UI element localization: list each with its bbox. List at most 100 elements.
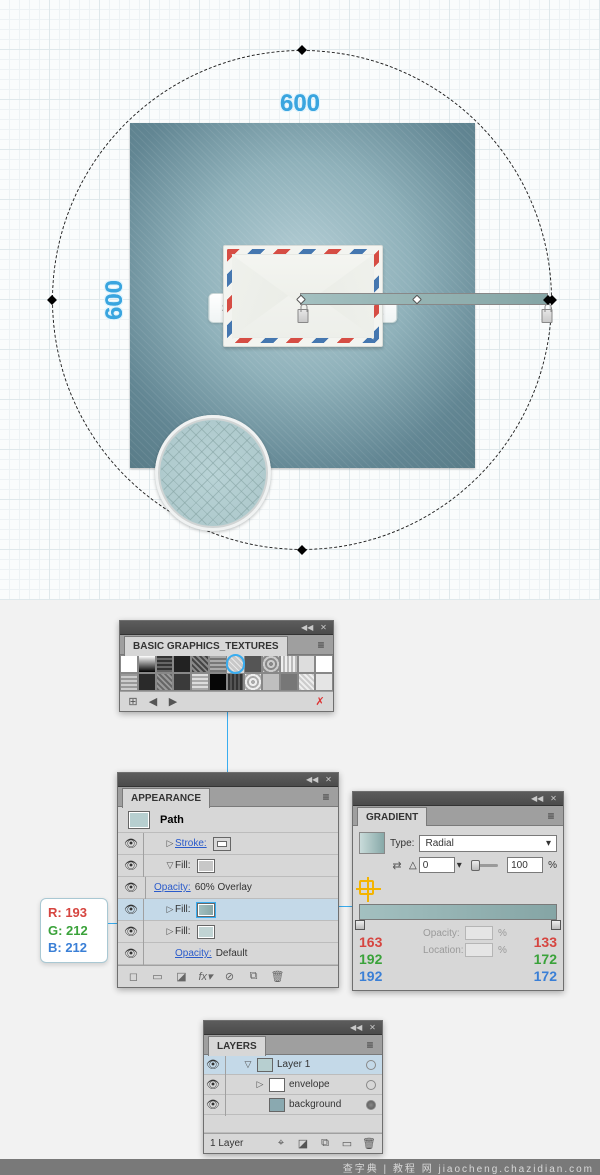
collapse-icon[interactable]: ◀◀ bbox=[301, 624, 312, 631]
panel-tabstrip[interactable]: ◀◀ ✕ bbox=[353, 792, 563, 806]
fill-swatch-gradient[interactable] bbox=[197, 903, 215, 917]
swatch[interactable] bbox=[244, 655, 262, 673]
new-art-icon[interactable]: ◻ bbox=[126, 970, 141, 983]
panel-header[interactable]: APPEARANCE ≡ bbox=[118, 787, 338, 807]
swatch[interactable] bbox=[191, 655, 209, 673]
panel-menu-icon[interactable]: ≡ bbox=[318, 791, 334, 803]
locate-icon[interactable]: ⌖ bbox=[274, 1137, 288, 1151]
gradient-annotator[interactable] bbox=[300, 293, 548, 305]
panel-header[interactable]: GRADIENT ≡ bbox=[353, 806, 563, 826]
layer-name[interactable]: envelope bbox=[289, 1079, 330, 1090]
panel-tabstrip[interactable]: ◀◀ ✕ bbox=[120, 621, 333, 635]
add-stroke-icon[interactable]: ▭ bbox=[150, 970, 165, 983]
appearance-panel[interactable]: ◀◀ ✕ APPEARANCE ≡ Path 👁 . ▷ Stroke: 👁 .… bbox=[117, 772, 339, 988]
swatch[interactable] bbox=[138, 673, 156, 691]
gradient-ramp[interactable] bbox=[359, 904, 557, 920]
collapse-icon[interactable]: ◀◀ bbox=[531, 795, 542, 802]
swatch[interactable] bbox=[173, 655, 191, 673]
fill-row[interactable]: 👁 . ▷ Fill: bbox=[118, 921, 338, 943]
expand-icon[interactable]: ▷ bbox=[165, 926, 175, 937]
layer-name[interactable]: background bbox=[289, 1099, 341, 1110]
fill-swatch[interactable] bbox=[197, 859, 215, 873]
fill-swatch[interactable] bbox=[197, 925, 215, 939]
opacity-subrow[interactable]: 👁 Opacity: 60% Overlay bbox=[118, 877, 338, 899]
visibility-icon[interactable]: 👁 bbox=[122, 837, 140, 850]
visibility-icon[interactable]: 👁 bbox=[122, 947, 140, 960]
fill-row[interactable]: 👁 . ▽ Fill: bbox=[118, 855, 338, 877]
angle-field[interactable]: △ 0 ▾ bbox=[409, 857, 462, 873]
panel-title[interactable]: APPEARANCE bbox=[122, 788, 210, 808]
stroke-swatch[interactable] bbox=[213, 837, 231, 851]
swatch-selected[interactable] bbox=[227, 655, 245, 673]
target-icon[interactable] bbox=[366, 1080, 376, 1090]
clear-icon[interactable]: ⊘ bbox=[222, 970, 237, 983]
stroke-label[interactable]: Stroke: bbox=[175, 838, 207, 849]
make-clip-icon[interactable]: ◪ bbox=[296, 1137, 310, 1151]
swatch[interactable] bbox=[138, 655, 156, 673]
layer-row[interactable]: 👁 ▷ envelope bbox=[204, 1075, 382, 1095]
trash-icon[interactable]: 🗑 bbox=[362, 1137, 376, 1151]
collapse-icon[interactable]: ▽ bbox=[243, 1059, 253, 1070]
swatch[interactable] bbox=[209, 655, 227, 673]
swatch[interactable] bbox=[280, 655, 298, 673]
angle-value[interactable]: 0 bbox=[419, 857, 455, 873]
gradient-preview[interactable] bbox=[359, 832, 385, 854]
swatch[interactable] bbox=[262, 655, 280, 673]
stroke-row[interactable]: 👁 . ▷ Stroke: bbox=[118, 833, 338, 855]
panel-menu-icon[interactable]: ≡ bbox=[543, 810, 559, 822]
gradient-panel[interactable]: ◀◀ ✕ GRADIENT ≡ Type: Radial ▾ ⇄ △ 0 bbox=[352, 791, 564, 991]
duplicate-icon[interactable]: ⧉ bbox=[246, 970, 261, 983]
gradient-mid-handle[interactable] bbox=[412, 295, 422, 305]
aspect-slider[interactable] bbox=[471, 864, 498, 867]
swatch[interactable] bbox=[156, 655, 174, 673]
collapse-icon[interactable]: ▽ bbox=[165, 860, 175, 871]
grid-icon[interactable]: ⊞ bbox=[126, 694, 140, 708]
add-fill-icon[interactable]: ◪ bbox=[174, 970, 189, 983]
visibility-icon[interactable]: 👁 bbox=[204, 1078, 222, 1091]
fill-row-selected[interactable]: 👁 . ▷ Fill: bbox=[118, 899, 338, 921]
opacity-row[interactable]: 👁 . Opacity: Default bbox=[118, 943, 338, 965]
layer-name[interactable]: Layer 1 bbox=[277, 1059, 310, 1070]
panel-tabstrip[interactable]: ◀◀ ✕ bbox=[118, 773, 338, 787]
swatch[interactable] bbox=[280, 673, 298, 691]
visibility-icon[interactable]: 👁 bbox=[122, 925, 140, 938]
swatch[interactable] bbox=[173, 673, 191, 691]
swatch[interactable] bbox=[227, 673, 245, 691]
panel-title[interactable]: BASIC GRAPHICS_TEXTURES bbox=[124, 636, 288, 656]
new-layer-icon[interactable]: ▭ bbox=[340, 1137, 354, 1151]
target-icon-active[interactable] bbox=[366, 1100, 376, 1110]
visibility-icon[interactable]: 👁 bbox=[122, 903, 140, 916]
swatch[interactable] bbox=[315, 673, 333, 691]
visibility-icon[interactable]: 👁 bbox=[122, 881, 140, 894]
panel-title[interactable]: GRADIENT bbox=[357, 807, 427, 827]
swatch[interactable] bbox=[315, 655, 333, 673]
new-sublayer-icon[interactable]: ⧉ bbox=[318, 1137, 332, 1151]
location-value[interactable]: 100 bbox=[507, 857, 543, 873]
panel-header[interactable]: BASIC GRAPHICS_TEXTURES ≡ bbox=[120, 635, 333, 655]
visibility-icon[interactable]: 👁 bbox=[204, 1058, 222, 1071]
swatch[interactable] bbox=[156, 673, 174, 691]
layer-row[interactable]: 👁 ▷ background bbox=[204, 1095, 382, 1115]
target-icon[interactable] bbox=[366, 1060, 376, 1070]
swatch-grid[interactable] bbox=[120, 655, 333, 691]
effects-icon[interactable]: fx▾ bbox=[198, 970, 213, 983]
expand-icon[interactable]: ▷ bbox=[165, 904, 175, 915]
panel-menu-icon[interactable]: ≡ bbox=[362, 1039, 378, 1051]
gradient-stop[interactable] bbox=[551, 920, 561, 930]
gradient-stop[interactable] bbox=[355, 920, 365, 930]
close-icon[interactable]: ✕ bbox=[367, 1024, 378, 1031]
reverse-icon[interactable]: ⇄ bbox=[390, 858, 404, 872]
panel-title[interactable]: LAYERS bbox=[208, 1036, 266, 1056]
opacity-label[interactable]: Opacity: bbox=[175, 948, 212, 959]
chevron-down-icon[interactable]: ▾ bbox=[457, 860, 462, 871]
swatch[interactable] bbox=[120, 673, 138, 691]
layer-row[interactable]: 👁 ▽ Layer 1 bbox=[204, 1055, 382, 1075]
next-icon[interactable]: ▶ bbox=[166, 694, 180, 708]
swatch[interactable] bbox=[298, 655, 316, 673]
layers-panel[interactable]: ◀◀ ✕ LAYERS ≡ 👁 ▽ Layer 1 👁 ▷ envelope 👁 bbox=[203, 1020, 383, 1154]
panel-header[interactable]: LAYERS ≡ bbox=[204, 1035, 382, 1055]
panel-tabstrip[interactable]: ◀◀ ✕ bbox=[204, 1021, 382, 1035]
swatch[interactable] bbox=[244, 673, 262, 691]
collapse-icon[interactable]: ◀◀ bbox=[306, 776, 317, 783]
swatch[interactable] bbox=[298, 673, 316, 691]
